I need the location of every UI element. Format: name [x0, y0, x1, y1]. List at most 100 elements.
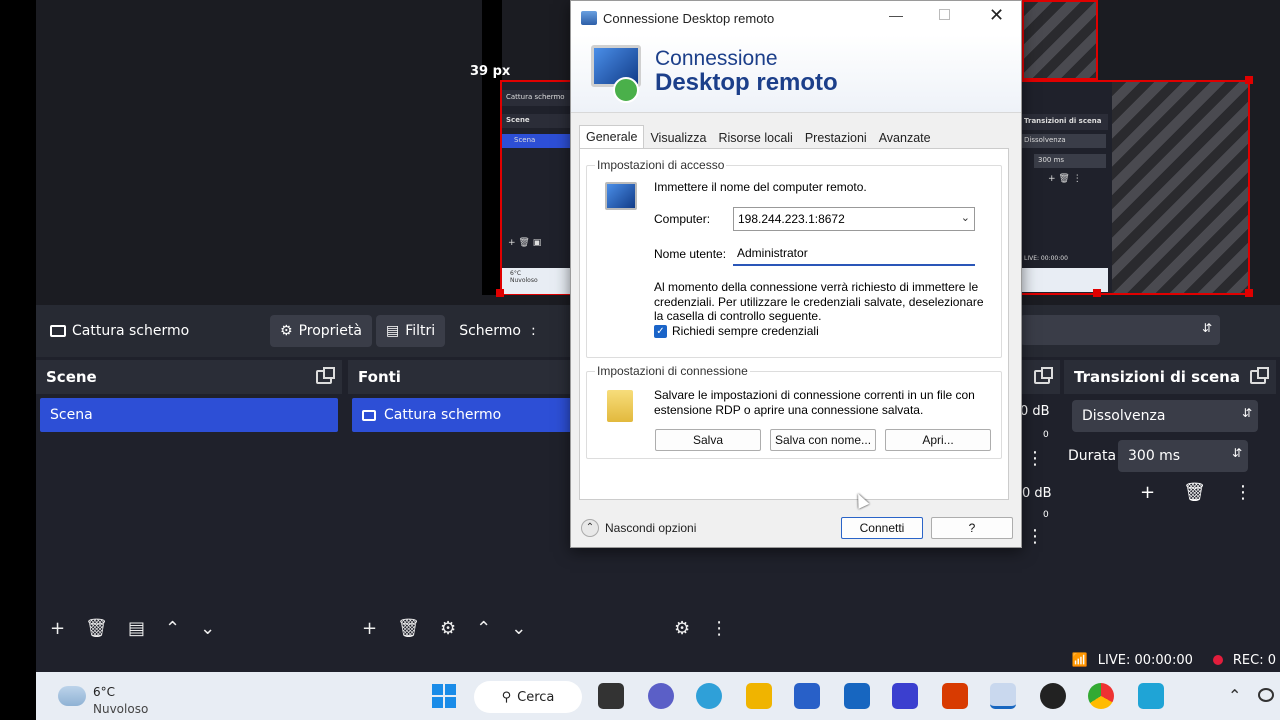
scene-item[interactable]: Scena — [40, 398, 338, 432]
username-value: Administrator — [737, 246, 808, 260]
access-group: Impostazioni di accesso Immettere il nom… — [586, 158, 1002, 358]
user-label: Nome utente: — [654, 247, 727, 261]
computer-icon — [605, 182, 637, 210]
tab-visualizza[interactable]: Visualizza — [644, 127, 712, 150]
gear-icon[interactable]: ⚙ — [440, 618, 456, 639]
mini-transitions: Transizioni di scena — [1020, 114, 1108, 130]
maximize-button[interactable] — [939, 9, 950, 20]
open-button[interactable]: Apri... — [885, 429, 991, 451]
captured-screen-top — [1022, 0, 1098, 80]
remote-desktop-icon[interactable] — [990, 683, 1016, 709]
trash-icon[interactable]: 🗑 — [85, 618, 108, 639]
connection-title: Impostazioni di connessione — [595, 364, 750, 378]
undock-icon[interactable] — [316, 367, 335, 384]
mail-icon[interactable] — [844, 683, 870, 709]
more-icon[interactable]: ⋮ — [1026, 448, 1044, 469]
screen-label: Schermo : — [449, 315, 546, 347]
save-as-button[interactable]: Salva con nome... — [770, 429, 876, 451]
task-view-icon[interactable] — [598, 683, 624, 709]
connection-group: Impostazioni di connessione Salvare le i… — [586, 364, 1002, 459]
gears-icon[interactable]: ⚙ — [674, 618, 690, 639]
tab-prestazioni[interactable]: Prestazioni — [799, 127, 873, 150]
filter-icon[interactable]: ▤ — [128, 618, 145, 639]
chrome-icon[interactable] — [1088, 683, 1114, 709]
close-button[interactable]: ✕ — [989, 5, 1004, 26]
canvas-edge — [482, 0, 502, 295]
trash-icon[interactable]: 🗑 — [1183, 482, 1206, 503]
transition-value: Dissolvenza — [1082, 408, 1166, 424]
duration-value: 300 ms — [1128, 448, 1181, 464]
more-icon[interactable]: ⋮ — [1234, 482, 1252, 503]
windows-start-icon[interactable] — [432, 684, 456, 708]
tab-generale[interactable]: Generale — [579, 125, 645, 150]
username-field[interactable]: Administrator — [733, 242, 975, 266]
transitions-title: Transizioni di scena — [1074, 368, 1240, 386]
tab-bar: Generale Visualizza Risorse locali Prest… — [579, 125, 937, 150]
mini-scene-item: Scena — [502, 134, 578, 148]
folder-icon — [607, 390, 633, 422]
tray-icon[interactable] — [1258, 688, 1274, 702]
screen-select[interactable]: ⇵ — [1020, 315, 1220, 345]
obs-icon[interactable] — [1040, 683, 1066, 709]
search-box[interactable]: ⚲ Cerca — [474, 681, 582, 713]
teams-icon[interactable] — [648, 683, 674, 709]
add-icon[interactable]: + — [50, 618, 65, 639]
add-icon[interactable]: + — [1140, 482, 1155, 503]
undock-icon[interactable] — [1250, 367, 1269, 384]
up-icon[interactable]: ⌃ — [476, 618, 491, 639]
credentials-checkbox[interactable]: ✓ — [654, 325, 667, 338]
explorer-icon[interactable] — [746, 683, 772, 709]
captured-screen-left[interactable]: Cattura schermo Scene Scena + 🗑 ▣ 6°C Nu… — [500, 80, 580, 295]
collapse-icon[interactable]: ⌃ — [581, 519, 599, 537]
up-icon[interactable]: ⌃ — [165, 618, 180, 639]
checkbox-label: Richiedi sempre credenziali — [672, 324, 819, 338]
undock-icon[interactable] — [1034, 367, 1053, 384]
transition-select[interactable]: Dissolvenza ⇵ — [1072, 400, 1258, 432]
dialog-title: Connessione Desktop remoto — [603, 10, 775, 26]
tab-risorse-locali[interactable]: Risorse locali — [713, 127, 799, 150]
resize-handle[interactable] — [1245, 76, 1253, 84]
more-icon[interactable]: ⋮ — [1026, 526, 1044, 547]
resize-handle[interactable] — [1245, 289, 1253, 297]
transitions-dock: Transizioni di scena Dissolvenza ⇵ Durat… — [1064, 360, 1276, 650]
hide-options-link[interactable]: Nascondi opzioni — [605, 521, 696, 535]
computer-label: Computer: — [654, 212, 711, 226]
office-icon[interactable] — [942, 683, 968, 709]
filters-label: Filtri — [405, 323, 436, 339]
rdp-dialog: Connessione Desktop remoto — ✕ Connessio… — [570, 0, 1022, 548]
resize-handle[interactable] — [1093, 289, 1101, 297]
trash-icon[interactable]: 🗑 — [397, 618, 420, 639]
live-icon: 📶 — [1071, 652, 1088, 668]
store-icon[interactable] — [794, 683, 820, 709]
down-icon[interactable]: ⌄ — [200, 618, 215, 639]
filters-button[interactable]: ▤ Filtri — [376, 315, 446, 347]
more-icon[interactable]: ⋮ — [710, 618, 728, 639]
save-button[interactable]: Salva — [655, 429, 761, 451]
computer-combobox[interactable]: 198.244.223.1:8672 ⌄ — [733, 207, 975, 231]
notepad-icon[interactable] — [1138, 683, 1164, 709]
chevron-down-icon[interactable]: ⌄ — [961, 211, 970, 224]
editor-icon[interactable] — [892, 683, 918, 709]
mixer-db-2: 0 dB — [1022, 486, 1052, 501]
tab-avanzate[interactable]: Avanzate — [873, 127, 937, 150]
edge-icon[interactable] — [696, 683, 722, 709]
help-button[interactable]: ? — [931, 517, 1013, 539]
rec-icon — [1212, 655, 1223, 665]
captured-screen-right[interactable]: Transizioni di scena Dissolvenza 300 ms … — [1020, 80, 1250, 295]
minimize-button[interactable]: — — [889, 7, 903, 23]
spinner-icon[interactable]: ⇵ — [1232, 446, 1242, 460]
duration-input[interactable]: 300 ms ⇵ — [1118, 440, 1248, 472]
updown-icon: ⇵ — [1241, 406, 1252, 420]
down-icon[interactable]: ⌄ — [511, 618, 526, 639]
connect-button[interactable]: Connetti — [841, 517, 923, 539]
add-icon[interactable]: + — [362, 618, 377, 639]
source-name-label: Cattura schermo — [72, 323, 190, 339]
scenes-header: Scene — [36, 360, 342, 394]
resize-handle[interactable] — [496, 289, 504, 297]
mini-trans-buttons: + 🗑 ⋮ — [1048, 174, 1082, 184]
scenes-dock: Scene Scena + 🗑 ▤ ⌃ ⌄ — [36, 360, 342, 650]
properties-button[interactable]: ⚙ Proprietà — [270, 315, 372, 347]
rdp-app-icon — [581, 11, 597, 25]
access-hint: Immettere il nome del computer remoto. — [654, 180, 867, 194]
chevron-up-icon[interactable]: ⌃ — [1228, 686, 1241, 705]
